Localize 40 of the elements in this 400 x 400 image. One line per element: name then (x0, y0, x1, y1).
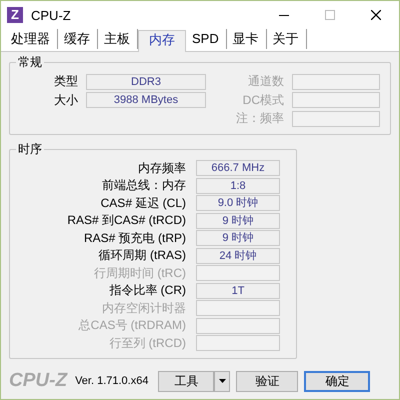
value-field: 9 时钟 (196, 230, 280, 246)
field-label: 循环周期 (tRAS) (98, 247, 186, 264)
field-label: 注：频率 (235, 110, 284, 128)
field-label: CAS# 延迟 (CL) (100, 194, 186, 212)
value-field: 9.0 时钟 (196, 195, 280, 212)
field-label: 内存频率 (137, 160, 186, 177)
tab[interactable]: SPD (186, 29, 227, 49)
field-label: DC模式 (242, 92, 284, 109)
version-label: Ver. 1.71.0.x64 (75, 375, 148, 387)
field-label: 内存空闲计时器 (101, 300, 186, 317)
tab[interactable]: 处理器 (5, 29, 58, 49)
tab[interactable]: 内存 (138, 30, 186, 52)
field-label: 通道数 (247, 73, 284, 90)
tab[interactable]: 关于 (266, 29, 307, 49)
tab[interactable]: 显卡 (226, 29, 267, 49)
value-field: 1T (196, 282, 280, 299)
value-field: DDR3 (86, 74, 206, 90)
field-label: 总CAS号 (tRDRAM) (78, 317, 186, 334)
value-field: 1:8 (196, 178, 280, 194)
group-title: 时序 (16, 140, 44, 156)
ok-button[interactable]: 确定 (304, 370, 370, 392)
field-label: 前端总线：内存 (101, 177, 186, 194)
field-label: 指令比率 (CR) (108, 282, 186, 300)
app-logo: Z (7, 7, 23, 23)
field-label: 大小 (53, 92, 78, 109)
group-title: 常规 (16, 54, 44, 70)
tab[interactable]: 缓存 (58, 29, 98, 49)
window-title: CPU-Z (31, 8, 71, 22)
value-field: 9 时钟 (196, 212, 280, 229)
tools-button[interactable]: 工具 (158, 370, 214, 392)
field-label: 行至列 (tRCD) (108, 334, 186, 352)
field-label: RAS# 预充电 (tRP) (82, 230, 186, 247)
value-field: 666.7 MHz (196, 160, 280, 176)
field-label: 类型 (53, 73, 78, 90)
brand-logo: CPU-Z (9, 370, 68, 392)
field-label: 行周期时间 (tRC) (93, 264, 186, 282)
validate-button[interactable]: 验证 (236, 370, 298, 392)
field-label: RAS# 到CAS# (tRCD) (66, 212, 186, 230)
value-field: 24 时钟 (196, 248, 280, 264)
value-field: 3988 MBytes (86, 92, 206, 108)
